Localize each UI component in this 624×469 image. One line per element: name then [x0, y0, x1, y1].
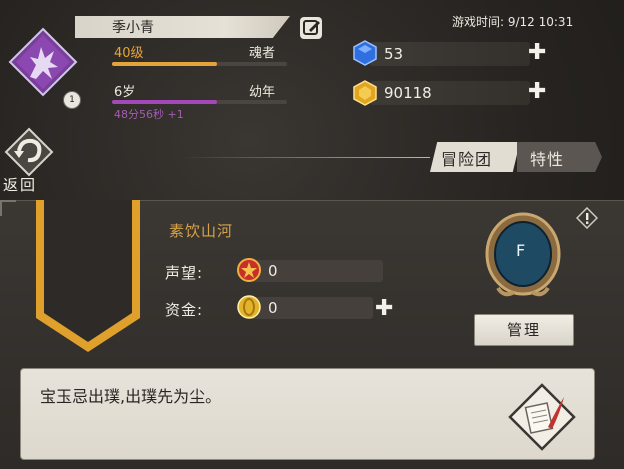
add-funds-button[interactable]: ✚ — [375, 298, 393, 320]
scroll-quill-icon — [508, 383, 576, 451]
name-banner — [75, 16, 290, 38]
panel-corner — [0, 200, 16, 216]
add-gems-button[interactable]: ✚ — [528, 42, 546, 64]
guild-banner — [34, 200, 142, 364]
edit-motto-button[interactable] — [508, 383, 576, 451]
guild-grade: F — [516, 241, 526, 260]
reputation-value: 0 — [268, 262, 278, 280]
edit-icon — [300, 17, 322, 39]
edit-name-button[interactable] — [299, 16, 323, 40]
back-button[interactable] — [4, 127, 54, 177]
age-text: 6岁 — [114, 85, 136, 100]
funds-value: 0 — [268, 299, 278, 317]
game-time: 游戏时间: 9/12 10:31 — [452, 15, 574, 29]
rank-text: 魂者 — [249, 46, 276, 61]
blue-gem-icon — [352, 40, 378, 70]
gem-count: 53 — [384, 45, 404, 63]
age-progress-track — [112, 100, 287, 104]
timer-text: 48分56秒 +1 — [114, 108, 184, 121]
tab-divider — [180, 157, 430, 158]
age-progress-fill — [112, 100, 217, 104]
level-progress-fill — [112, 62, 217, 66]
player-name: 季小青 — [112, 20, 154, 36]
reputation-label: 声望: — [165, 264, 204, 282]
back-arrow-icon — [4, 127, 54, 177]
gold-gem-icon — [352, 80, 378, 110]
manage-button[interactable]: 管理 — [474, 314, 574, 346]
exclamation-icon — [575, 206, 599, 230]
level-text: 40级 — [114, 46, 144, 61]
level-progress-track — [112, 62, 287, 66]
gold-coin-icon — [236, 294, 262, 324]
player-avatar[interactable] — [8, 27, 78, 97]
tab-traits-label[interactable]: 特性 — [530, 146, 564, 170]
funds-bar — [248, 297, 373, 319]
guild-motto: 宝玉忌出璞,出璞先为尘。 — [40, 387, 222, 406]
info-button[interactable] — [575, 206, 599, 230]
guild-name: 素饮山河 — [169, 222, 234, 240]
avatar-level-badge: 1 — [63, 91, 81, 109]
add-gold-button[interactable]: ✚ — [528, 81, 546, 103]
back-label[interactable]: 返回 — [3, 174, 37, 195]
age-stage-text: 幼年 — [249, 85, 276, 100]
gold-count: 90118 — [384, 84, 432, 102]
funds-label: 资金: — [165, 301, 204, 319]
reputation-icon — [236, 257, 262, 287]
tab-adventure-group-label[interactable]: 冒险团 — [441, 146, 492, 170]
